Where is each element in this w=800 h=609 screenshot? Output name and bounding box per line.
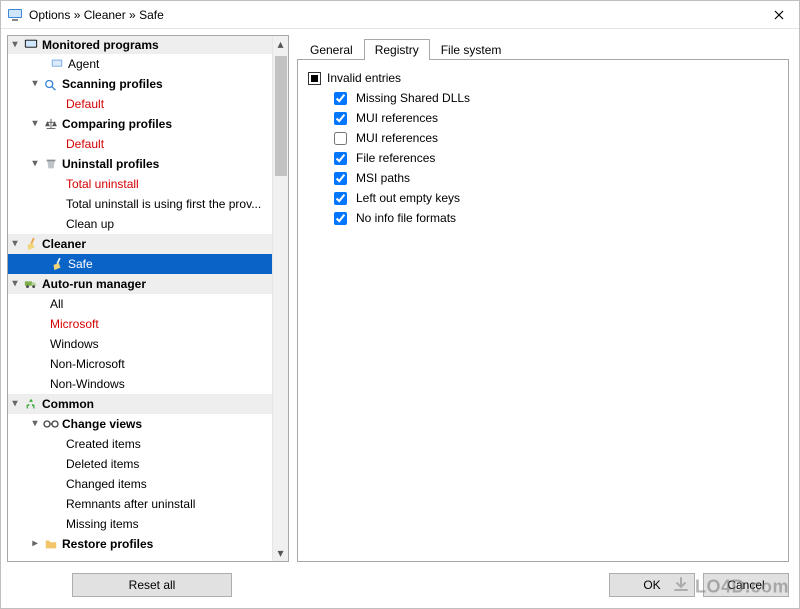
registry-item[interactable]: Missing Shared DLLs (308, 88, 778, 108)
app-icon (7, 7, 23, 23)
expand-icon[interactable]: ▸ (28, 534, 42, 554)
nav-tree: ▾ Monitored programs Agent ▾ Scanning pr… (7, 35, 289, 562)
registry-item-label: Left out empty keys (356, 191, 460, 205)
registry-item[interactable]: Left out empty keys (308, 188, 778, 208)
tab-registry[interactable]: Registry (364, 39, 430, 60)
collapse-icon[interactable]: ▾ (8, 234, 22, 254)
tree-comparing-default[interactable]: Default (8, 134, 272, 154)
tree-safe[interactable]: Safe (8, 254, 272, 274)
tree-agent[interactable]: Agent (8, 54, 272, 74)
tree-ar-non-microsoft[interactable]: Non-Microsoft (8, 354, 272, 374)
broom-icon (22, 237, 40, 251)
collapse-icon[interactable]: ▾ (28, 114, 42, 134)
close-button[interactable] (759, 1, 799, 28)
collapse-icon[interactable]: ▾ (28, 154, 42, 174)
monitor-icon (22, 38, 40, 52)
group-auto-run[interactable]: ▾ Auto-run manager (8, 274, 272, 294)
tree-scanning-default[interactable]: Default (8, 94, 272, 114)
registry-item[interactable]: No info file formats (308, 208, 778, 228)
tree-cv-deleted[interactable]: Deleted items (8, 454, 272, 474)
tree-scanning-profiles[interactable]: ▾ Scanning profiles (8, 74, 272, 94)
collapse-icon[interactable]: ▾ (8, 274, 22, 294)
registry-checkbox[interactable] (334, 172, 347, 185)
window-title: Options » Cleaner » Safe (29, 8, 759, 22)
tree-ar-non-windows[interactable]: Non-Windows (8, 374, 272, 394)
registry-item-label: Missing Shared DLLs (356, 91, 470, 105)
registry-checkbox[interactable] (334, 152, 347, 165)
cancel-button[interactable]: Cancel (703, 573, 789, 597)
tree-cv-missing[interactable]: Missing items (8, 514, 272, 534)
tree-cv-created[interactable]: Created items (8, 434, 272, 454)
tree-ar-all[interactable]: All (8, 294, 272, 314)
registry-item-label: File references (356, 151, 435, 165)
collapse-icon[interactable]: ▾ (28, 414, 42, 434)
tree-clean-up[interactable]: Clean up (8, 214, 272, 234)
registry-checkbox[interactable] (334, 132, 347, 145)
scroll-down-icon[interactable]: ▾ (273, 545, 289, 561)
registry-checkbox[interactable] (334, 92, 347, 105)
recycle-icon (22, 397, 40, 411)
registry-checkbox[interactable] (334, 212, 347, 225)
main-panel: General Registry File system Invalid ent… (297, 35, 789, 562)
truck-icon (22, 277, 40, 291)
profile-icon (42, 77, 60, 91)
tree-ar-windows[interactable]: Windows (8, 334, 272, 354)
tab-panel-registry: Invalid entries Missing Shared DLLs MUI r… (297, 59, 789, 562)
collapse-icon[interactable]: ▾ (28, 74, 42, 94)
registry-checkbox[interactable] (334, 192, 347, 205)
ok-button[interactable]: OK (609, 573, 695, 597)
registry-root-label: Invalid entries (327, 71, 401, 85)
scrollbar-track[interactable] (273, 52, 289, 545)
reset-all-button[interactable]: Reset all (72, 573, 232, 597)
sidebar: ▾ Monitored programs Agent ▾ Scanning pr… (7, 35, 289, 562)
group-common[interactable]: ▾ Common (8, 394, 272, 414)
tab-bar: General Registry File system (297, 35, 789, 59)
tree-comparing-profiles[interactable]: ▾ Comparing profiles (8, 114, 272, 134)
broom-icon (48, 257, 66, 271)
dialog-footer: Reset all OK Cancel (1, 562, 799, 608)
registry-item[interactable]: MUI references (308, 128, 778, 148)
tab-general[interactable]: General (299, 39, 364, 60)
checkbox-mixed-icon[interactable] (308, 72, 321, 85)
tree-total-uninstall[interactable]: Total uninstall (8, 174, 272, 194)
tree-ar-microsoft[interactable]: Microsoft (8, 314, 272, 334)
collapse-icon[interactable]: ▾ (8, 394, 22, 414)
tree-change-views[interactable]: ▾ Change views (8, 414, 272, 434)
tab-filesystem[interactable]: File system (430, 39, 513, 60)
scrollbar-thumb[interactable] (275, 56, 287, 176)
registry-item-label: MUI references (356, 131, 438, 145)
scroll-up-icon[interactable]: ▴ (273, 36, 289, 52)
registry-item-label: MSI paths (356, 171, 410, 185)
registry-root[interactable]: Invalid entries (308, 68, 778, 88)
tree-cv-changed[interactable]: Changed items (8, 474, 272, 494)
options-dialog: Options » Cleaner » Safe ▾ Monitored pro… (0, 0, 800, 609)
folder-icon (42, 537, 60, 551)
tree-total-uninstall-desc[interactable]: Total uninstall is using first the prov.… (8, 194, 272, 214)
tree-cv-remnants[interactable]: Remnants after uninstall (8, 494, 272, 514)
registry-checkbox[interactable] (334, 112, 347, 125)
registry-item-label: MUI references (356, 111, 438, 125)
tree-scrollbar[interactable]: ▴ ▾ (272, 36, 288, 561)
tree-restore-profiles[interactable]: ▸ Restore profiles (8, 534, 272, 554)
glasses-icon (42, 419, 60, 429)
registry-item[interactable]: File references (308, 148, 778, 168)
tree-uninstall-profiles[interactable]: ▾ Uninstall profiles (8, 154, 272, 174)
group-cleaner[interactable]: ▾ Cleaner (8, 234, 272, 254)
registry-item-label: No info file formats (356, 211, 456, 225)
group-monitored-programs[interactable]: ▾ Monitored programs (8, 36, 272, 54)
registry-item[interactable]: MUI references (308, 108, 778, 128)
titlebar: Options » Cleaner » Safe (1, 1, 799, 29)
collapse-icon[interactable]: ▾ (8, 36, 22, 54)
trash-icon (42, 157, 60, 171)
balance-icon (42, 117, 60, 131)
registry-item[interactable]: MSI paths (308, 168, 778, 188)
agent-icon (48, 57, 66, 71)
